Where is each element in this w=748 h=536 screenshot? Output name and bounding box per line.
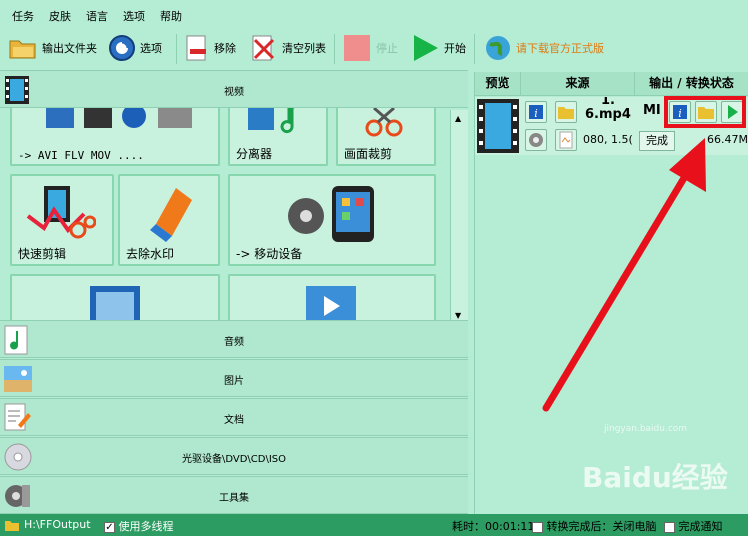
- gear-icon: [109, 35, 135, 61]
- start-button[interactable]: 开始: [410, 30, 466, 66]
- category-image[interactable]: 图片: [0, 359, 468, 397]
- download-label: 请下载官方正式版: [516, 42, 604, 55]
- folder-icon[interactable]: [4, 518, 20, 532]
- globe-icon: [486, 36, 510, 60]
- category-video[interactable]: 视频: [0, 70, 468, 108]
- menu-options[interactable]: 选项: [123, 8, 145, 24]
- output-path[interactable]: H:\FFOutput: [24, 518, 91, 531]
- category-panel: 视频 -> AVI FLV MOV .... 分离器 画面裁剪 快速剪辑 去除水…: [0, 70, 470, 514]
- source-info-button[interactable]: i: [525, 101, 547, 123]
- category-document[interactable]: 文档: [0, 398, 468, 436]
- tile-video-item[interactable]: [10, 274, 220, 320]
- video-play-icon: [306, 286, 356, 320]
- options-label: 选项: [140, 42, 162, 55]
- toolbar-divider: [176, 34, 177, 64]
- tile-crop-label: 画面裁剪: [344, 147, 393, 161]
- stop-button[interactable]: 停止: [342, 30, 398, 66]
- scroll-down-icon[interactable]: ▼: [455, 311, 461, 320]
- output-name: MI: [643, 103, 661, 118]
- clear-list-label: 清空列表: [282, 42, 326, 55]
- menu-language[interactable]: 语言: [86, 8, 108, 24]
- menu-skin[interactable]: 皮肤: [49, 8, 71, 24]
- menu-task[interactable]: 任务: [12, 8, 34, 24]
- source-folder-button[interactable]: [555, 101, 577, 123]
- tile-convert-formats-label: -> AVI FLV MOV ....: [18, 149, 144, 162]
- notify-checkbox[interactable]: 完成通知: [664, 518, 723, 534]
- tile-mobile-device[interactable]: -> 移动设备: [228, 174, 436, 266]
- start-label: 开始: [444, 42, 466, 55]
- category-rom-device-label: 光驱设备\DVD\CD\ISO: [181, 454, 287, 465]
- tile-splitter[interactable]: 分离器: [228, 108, 328, 166]
- remove-label: 移除: [214, 42, 236, 55]
- splitter-icon: [248, 108, 296, 134]
- tile-remove-watermark-label: 去除水印: [126, 247, 175, 261]
- toolbar-divider: [334, 34, 335, 64]
- checkbox-icon: [664, 521, 675, 533]
- download-link[interactable]: 请下载官方正式版: [484, 30, 604, 66]
- watermark-brand: Baidu经验: [582, 461, 728, 494]
- play-icon: [414, 35, 438, 61]
- menu-bar: 任务 皮肤 语言 选项 帮助: [0, 0, 748, 30]
- tile-convert-formats[interactable]: -> AVI FLV MOV ....: [10, 108, 220, 166]
- tile-remove-watermark[interactable]: 去除水印: [118, 174, 220, 266]
- svg-text:i: i: [534, 107, 538, 120]
- output-folder-button[interactable]: 输出文件夹: [8, 30, 97, 66]
- output-folder-label: 输出文件夹: [42, 42, 97, 55]
- checkbox-checked-icon: ✓: [104, 521, 115, 533]
- category-document-label: 文档: [224, 415, 244, 426]
- info-icon: i: [529, 105, 543, 120]
- format-icons: [46, 108, 192, 128]
- tile-scrollbar[interactable]: ▲ ▼: [450, 110, 468, 322]
- highlight-box: [664, 96, 746, 128]
- status-bar: H:\FFOutput ✓ 使用多线程 耗时：00:01:11 转换完成后：关闭…: [0, 514, 748, 536]
- tile-crop[interactable]: 画面裁剪: [336, 108, 436, 166]
- video-thumbnail-icon: [477, 99, 519, 153]
- mobile-device-icon: [288, 186, 374, 242]
- eraser-icon: [150, 188, 192, 242]
- category-audio[interactable]: 音频: [0, 320, 468, 358]
- tile-quick-cut[interactable]: 快速剪辑: [10, 174, 114, 266]
- clear-list-icon: [252, 35, 275, 61]
- category-video-label: 视频: [224, 87, 244, 98]
- multithread-label: 使用多线程: [118, 520, 174, 533]
- menu-help[interactable]: 帮助: [160, 8, 182, 24]
- notify-label: 完成通知: [678, 520, 723, 533]
- category-image-label: 图片: [224, 376, 244, 387]
- source-filename-line2: 6.mp4: [585, 107, 631, 122]
- stop-icon: [344, 35, 370, 61]
- category-tools-label: 工具集: [219, 493, 249, 504]
- remove-button[interactable]: 移除: [184, 30, 236, 66]
- remove-icon: [186, 35, 206, 61]
- checkbox-icon: [532, 521, 543, 533]
- annotation-arrow-icon: [542, 138, 706, 412]
- scroll-up-icon[interactable]: ▲: [455, 114, 461, 123]
- watermark-url: jingyan.baidu.com: [604, 424, 688, 434]
- tile-splitter-label: 分离器: [236, 147, 273, 161]
- after-done-label: 转换完成后：关闭电脑: [546, 520, 657, 533]
- col-output: 输出 / 转换状态: [635, 72, 748, 96]
- toolbar: 输出文件夹 选项 移除 清空列表 停止 开始 请下载官方正式版: [0, 30, 748, 70]
- category-tools[interactable]: 工具集: [0, 476, 468, 514]
- category-rom-device[interactable]: 光驱设备\DVD\CD\ISO: [0, 437, 468, 475]
- tile-mobile-device-label: -> 移动设备: [236, 247, 303, 261]
- scissors-icon: [365, 108, 403, 137]
- col-preview: 预览: [475, 72, 521, 96]
- toolbar-divider: [474, 34, 475, 64]
- clear-list-button[interactable]: 清空列表: [250, 30, 326, 66]
- folder-icon: [558, 107, 574, 119]
- tile-video-item[interactable]: [228, 274, 436, 320]
- quick-cut-icon: [26, 186, 96, 239]
- folder-icon: [9, 40, 36, 59]
- col-source: 来源: [521, 72, 635, 96]
- category-audio-label: 音频: [224, 337, 244, 348]
- video-screen-icon: [90, 286, 140, 320]
- tile-quick-cut-label: 快速剪辑: [18, 247, 67, 261]
- after-done-checkbox[interactable]: 转换完成后：关闭电脑: [532, 518, 657, 534]
- elapsed-time: 耗时：00:01:11: [452, 520, 535, 533]
- tile-grid: -> AVI FLV MOV .... 分离器 画面裁剪 快速剪辑 去除水印 -…: [0, 108, 450, 320]
- multithread-checkbox[interactable]: ✓ 使用多线程: [104, 518, 174, 534]
- stop-label: 停止: [376, 42, 398, 55]
- options-button[interactable]: 选项: [108, 30, 162, 66]
